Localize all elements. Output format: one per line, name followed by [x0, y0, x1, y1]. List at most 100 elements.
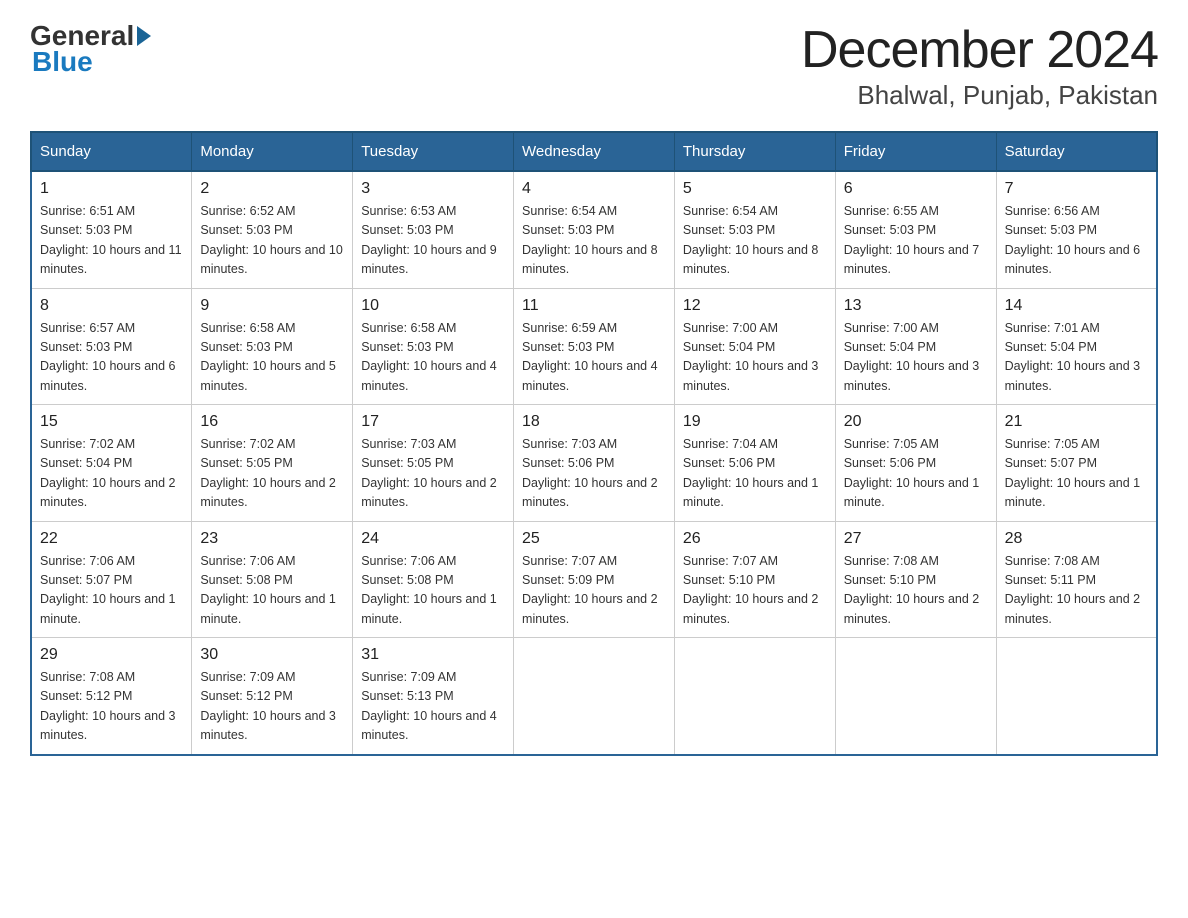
day-number: 30 — [200, 646, 344, 664]
table-row: 8 Sunrise: 6:57 AMSunset: 5:03 PMDaylight… — [31, 288, 192, 405]
day-info: Sunrise: 6:51 AMSunset: 5:03 PMDaylight:… — [40, 202, 183, 280]
table-row: 12 Sunrise: 7:00 AMSunset: 5:04 PMDayligh… — [674, 288, 835, 405]
day-info: Sunrise: 7:09 AMSunset: 5:12 PMDaylight:… — [200, 668, 344, 746]
logo: General Blue — [30, 20, 154, 78]
day-number: 5 — [683, 180, 827, 198]
calendar-week-4: 22 Sunrise: 7:06 AMSunset: 5:07 PMDayligh… — [31, 521, 1157, 638]
table-row: 19Sunrise: 7:04 AMSunset: 5:06 PMDayligh… — [674, 405, 835, 522]
day-info: Sunrise: 7:00 AMSunset: 5:04 PMDaylight:… — [844, 319, 988, 397]
col-tuesday: Tuesday — [353, 132, 514, 171]
col-wednesday: Wednesday — [514, 132, 675, 171]
day-info: Sunrise: 7:02 AMSunset: 5:04 PMDaylight:… — [40, 435, 183, 513]
table-row: 5 Sunrise: 6:54 AMSunset: 5:03 PMDaylight… — [674, 171, 835, 288]
table-row: 23Sunrise: 7:06 AMSunset: 5:08 PMDayligh… — [192, 521, 353, 638]
day-info: Sunrise: 7:06 AMSunset: 5:07 PMDaylight:… — [40, 552, 183, 630]
logo-triangle-icon — [137, 26, 151, 46]
table-row: 1 Sunrise: 6:51 AMSunset: 5:03 PMDaylight… — [31, 171, 192, 288]
table-row: 28 Sunrise: 7:08 AMSunset: 5:11 PMDayligh… — [996, 521, 1157, 638]
day-number: 12 — [683, 297, 827, 315]
day-info: Sunrise: 6:59 AMSunset: 5:03 PMDaylight:… — [522, 319, 666, 397]
day-number: 10 — [361, 297, 505, 315]
table-row: 6 Sunrise: 6:55 AMSunset: 5:03 PMDaylight… — [835, 171, 996, 288]
table-row: 24 Sunrise: 7:06 AMSunset: 5:08 PMDayligh… — [353, 521, 514, 638]
day-info: Sunrise: 7:03 AMSunset: 5:06 PMDaylight:… — [522, 435, 666, 513]
table-row — [514, 638, 675, 755]
day-number: 4 — [522, 180, 666, 198]
day-number: 9 — [200, 297, 344, 315]
day-number: 7 — [1005, 180, 1148, 198]
title-block: December 2024 Bhalwal, Punjab, Pakistan — [801, 20, 1158, 111]
day-number: 23 — [200, 530, 344, 548]
day-info: Sunrise: 7:08 AMSunset: 5:12 PMDaylight:… — [40, 668, 183, 746]
day-number: 16 — [200, 413, 344, 431]
logo-blue: Blue — [32, 46, 93, 78]
table-row: 14 Sunrise: 7:01 AMSunset: 5:04 PMDayligh… — [996, 288, 1157, 405]
day-info: Sunrise: 6:56 AMSunset: 5:03 PMDaylight:… — [1005, 202, 1148, 280]
calendar-week-5: 29 Sunrise: 7:08 AMSunset: 5:12 PMDayligh… — [31, 638, 1157, 755]
day-number: 24 — [361, 530, 505, 548]
table-row: 4Sunrise: 6:54 AMSunset: 5:03 PMDaylight… — [514, 171, 675, 288]
day-info: Sunrise: 7:07 AMSunset: 5:09 PMDaylight:… — [522, 552, 666, 630]
day-info: Sunrise: 6:58 AMSunset: 5:03 PMDaylight:… — [361, 319, 505, 397]
day-info: Sunrise: 7:05 AMSunset: 5:06 PMDaylight:… — [844, 435, 988, 513]
day-info: Sunrise: 6:54 AMSunset: 5:03 PMDaylight:… — [683, 202, 827, 280]
day-number: 27 — [844, 530, 988, 548]
day-number: 25 — [522, 530, 666, 548]
day-number: 13 — [844, 297, 988, 315]
table-row: 9 Sunrise: 6:58 AMSunset: 5:03 PMDaylight… — [192, 288, 353, 405]
day-number: 19 — [683, 413, 827, 431]
day-number: 1 — [40, 180, 183, 198]
page-header: General Blue December 2024 Bhalwal, Punj… — [30, 20, 1158, 111]
day-number: 2 — [200, 180, 344, 198]
table-row — [835, 638, 996, 755]
table-row: 30 Sunrise: 7:09 AMSunset: 5:12 PMDayligh… — [192, 638, 353, 755]
day-number: 21 — [1005, 413, 1148, 431]
table-row: 3Sunrise: 6:53 AMSunset: 5:03 PMDaylight… — [353, 171, 514, 288]
day-info: Sunrise: 7:06 AMSunset: 5:08 PMDaylight:… — [361, 552, 505, 630]
day-number: 22 — [40, 530, 183, 548]
day-number: 8 — [40, 297, 183, 315]
table-row — [996, 638, 1157, 755]
table-row: 17Sunrise: 7:03 AMSunset: 5:05 PMDayligh… — [353, 405, 514, 522]
table-row: 29 Sunrise: 7:08 AMSunset: 5:12 PMDayligh… — [31, 638, 192, 755]
table-row: 16 Sunrise: 7:02 AMSunset: 5:05 PMDayligh… — [192, 405, 353, 522]
day-number: 18 — [522, 413, 666, 431]
table-row: 31Sunrise: 7:09 AMSunset: 5:13 PMDayligh… — [353, 638, 514, 755]
day-number: 6 — [844, 180, 988, 198]
table-row: 20 Sunrise: 7:05 AMSunset: 5:06 PMDayligh… — [835, 405, 996, 522]
table-row: 10 Sunrise: 6:58 AMSunset: 5:03 PMDayligh… — [353, 288, 514, 405]
table-row: 18 Sunrise: 7:03 AMSunset: 5:06 PMDayligh… — [514, 405, 675, 522]
calendar-header-row: Sunday Monday Tuesday Wednesday Thursday… — [31, 132, 1157, 171]
col-sunday: Sunday — [31, 132, 192, 171]
day-info: Sunrise: 6:53 AMSunset: 5:03 PMDaylight:… — [361, 202, 505, 280]
day-info: Sunrise: 7:02 AMSunset: 5:05 PMDaylight:… — [200, 435, 344, 513]
day-number: 31 — [361, 646, 505, 664]
day-info: Sunrise: 6:55 AMSunset: 5:03 PMDaylight:… — [844, 202, 988, 280]
calendar-title: December 2024 — [801, 20, 1158, 80]
calendar-table: Sunday Monday Tuesday Wednesday Thursday… — [30, 131, 1158, 756]
day-number: 29 — [40, 646, 183, 664]
col-thursday: Thursday — [674, 132, 835, 171]
day-info: Sunrise: 7:01 AMSunset: 5:04 PMDaylight:… — [1005, 319, 1148, 397]
calendar-subtitle: Bhalwal, Punjab, Pakistan — [801, 80, 1158, 111]
table-row: 2Sunrise: 6:52 AMSunset: 5:03 PMDaylight… — [192, 171, 353, 288]
table-row: 15 Sunrise: 7:02 AMSunset: 5:04 PMDayligh… — [31, 405, 192, 522]
table-row: 25 Sunrise: 7:07 AMSunset: 5:09 PMDayligh… — [514, 521, 675, 638]
day-info: Sunrise: 6:58 AMSunset: 5:03 PMDaylight:… — [200, 319, 344, 397]
table-row: 7 Sunrise: 6:56 AMSunset: 5:03 PMDaylight… — [996, 171, 1157, 288]
day-info: Sunrise: 7:07 AMSunset: 5:10 PMDaylight:… — [683, 552, 827, 630]
calendar-week-3: 15 Sunrise: 7:02 AMSunset: 5:04 PMDayligh… — [31, 405, 1157, 522]
day-number: 28 — [1005, 530, 1148, 548]
table-row: 22 Sunrise: 7:06 AMSunset: 5:07 PMDayligh… — [31, 521, 192, 638]
table-row — [674, 638, 835, 755]
calendar-week-1: 1 Sunrise: 6:51 AMSunset: 5:03 PMDaylight… — [31, 171, 1157, 288]
day-number: 15 — [40, 413, 183, 431]
day-info: Sunrise: 7:08 AMSunset: 5:11 PMDaylight:… — [1005, 552, 1148, 630]
day-info: Sunrise: 7:05 AMSunset: 5:07 PMDaylight:… — [1005, 435, 1148, 513]
day-info: Sunrise: 6:57 AMSunset: 5:03 PMDaylight:… — [40, 319, 183, 397]
day-info: Sunrise: 7:00 AMSunset: 5:04 PMDaylight:… — [683, 319, 827, 397]
col-monday: Monday — [192, 132, 353, 171]
day-number: 14 — [1005, 297, 1148, 315]
day-number: 20 — [844, 413, 988, 431]
table-row: 21 Sunrise: 7:05 AMSunset: 5:07 PMDayligh… — [996, 405, 1157, 522]
